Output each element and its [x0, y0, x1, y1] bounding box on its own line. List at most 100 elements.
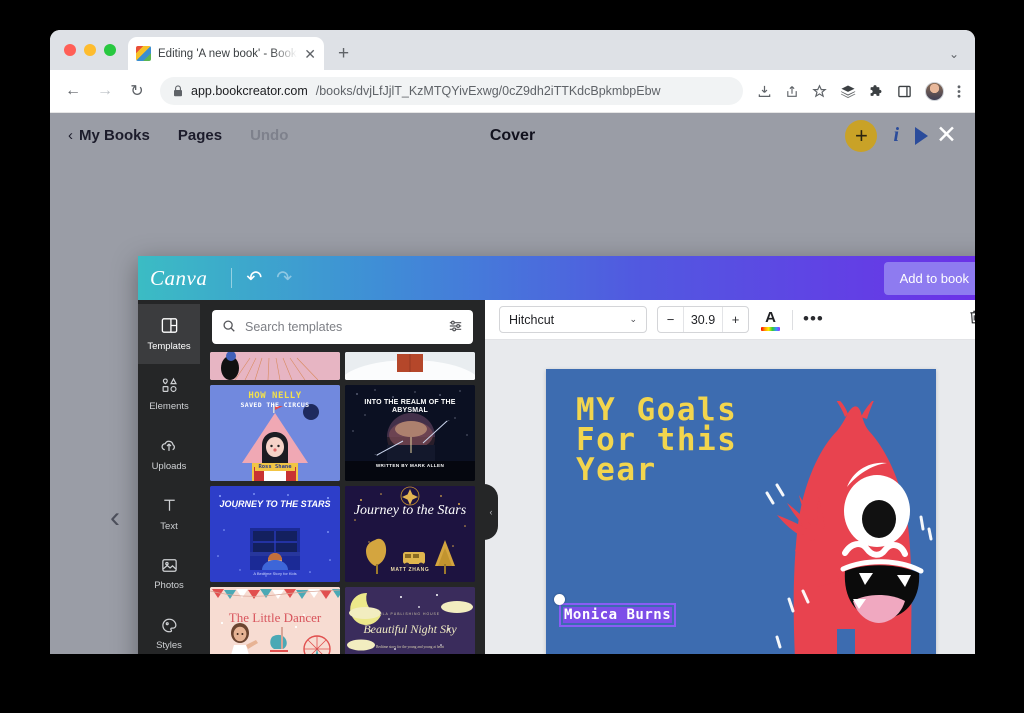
sidebar-label-photos: Photos	[154, 580, 184, 591]
selected-text-box[interactable]: Monica Burns	[559, 603, 676, 627]
chevron-down-icon[interactable]: ⌄	[949, 47, 959, 61]
template-eyebrow: JLA PUBLISHING HOUSE	[351, 613, 469, 617]
font-family-value: Hitchcut	[509, 313, 554, 327]
monster-illustration[interactable]	[729, 401, 934, 655]
sidebar-label-templates: Templates	[147, 341, 190, 352]
template-title: JOURNEY TO THE STARS	[216, 499, 334, 509]
design-canvas[interactable]: MY GoalsFor thisYear	[546, 369, 936, 655]
template-card[interactable]: Journey to the Stars MATT ZHANG	[345, 486, 475, 582]
profile-avatar[interactable]	[925, 82, 944, 101]
add-button[interactable]: +	[845, 120, 877, 152]
url-path: /books/dvjLfJjlT_KzMTQYivExwg/0cZ9dh2iTT…	[316, 84, 661, 98]
search-icon	[222, 319, 236, 336]
chevron-down-icon: ⌄	[629, 314, 637, 325]
text-color-swatch	[761, 327, 780, 331]
maximize-window-button[interactable]	[104, 44, 116, 56]
layers-icon[interactable]	[840, 84, 856, 99]
tab-strip: Editing 'A new book' - Book Cr ✕ + ⌄	[50, 30, 975, 70]
close-window-button[interactable]	[64, 44, 76, 56]
template-card[interactable]	[210, 352, 340, 380]
chrome-menu-icon[interactable]	[957, 84, 961, 99]
template-thumb-art	[210, 352, 340, 380]
add-to-book-button[interactable]: Add to book	[884, 262, 975, 295]
window-traffic-lights	[64, 44, 116, 56]
template-title: HOW NELLY	[216, 391, 334, 401]
play-icon[interactable]	[915, 127, 928, 145]
address-bar[interactable]: app.bookcreator.com/books/dvjLfJjlT_KzMT…	[160, 77, 743, 105]
redo-icon[interactable]: ↷	[276, 269, 292, 288]
install-icon[interactable]	[757, 84, 772, 99]
filter-sliders-icon[interactable]	[448, 319, 463, 336]
text-color-button[interactable]: A	[759, 309, 782, 331]
sidebar-label-elements: Elements	[149, 401, 189, 412]
template-subtitle: WRITTEN BY MARK ALLEN	[351, 463, 469, 468]
search-input[interactable]	[245, 320, 439, 334]
font-size-value[interactable]: 30.9	[683, 307, 723, 332]
book-creator-actions: + i ✕	[845, 120, 957, 152]
template-title: INTO THE REALM OF THE ABYSMAL	[351, 399, 469, 415]
text-color-letter: A	[765, 310, 776, 325]
browser-tab[interactable]: Editing 'A new book' - Book Cr ✕	[128, 37, 324, 70]
template-card[interactable]: JOURNEY TO THE STARS A Bedtime Story for…	[210, 486, 340, 582]
selected-text-value: Monica Burns	[563, 607, 672, 623]
close-icon[interactable]: ✕	[936, 123, 957, 148]
template-card[interactable]: INTO THE REALM OF THE ABYSMAL WRITTEN BY…	[345, 385, 475, 481]
canvas-area: MY GoalsFor thisYear	[485, 340, 975, 654]
new-tab-button[interactable]: +	[338, 44, 349, 63]
collapse-panel-button[interactable]: ‹	[484, 484, 498, 540]
bookmark-star-icon[interactable]	[812, 84, 827, 99]
forward-icon[interactable]: →	[96, 82, 114, 100]
canva-logo: Canva	[150, 266, 217, 291]
more-options-button[interactable]: •••	[803, 314, 824, 324]
sidebar-item-templates[interactable]: Templates	[138, 304, 200, 364]
minimize-window-button[interactable]	[84, 44, 96, 56]
template-card[interactable]	[345, 352, 475, 380]
sidebar-item-uploads[interactable]: Uploads	[138, 424, 200, 484]
url-host: app.bookcreator.com	[191, 84, 308, 98]
template-card[interactable]: The Little Dancer WRITTEN BY ALEXANDER M…	[210, 587, 340, 654]
template-card[interactable]: JLA PUBLISHING HOUSE Beautiful Night Sky…	[345, 587, 475, 654]
book-creator-favicon	[136, 46, 151, 61]
undo-button[interactable]: Undo	[250, 127, 288, 144]
extensions-puzzle-icon[interactable]	[869, 84, 884, 99]
font-size-decrease-button[interactable]: −	[658, 307, 683, 332]
sidebar-item-styles[interactable]: Styles	[138, 603, 200, 654]
canva-modal: Canva ↶ ↷ Add to book Templates	[138, 256, 975, 654]
sidebar-item-text[interactable]: Text	[138, 484, 200, 544]
share-icon[interactable]	[785, 84, 799, 99]
font-size-increase-button[interactable]: +	[723, 307, 748, 332]
info-icon[interactable]: i	[893, 124, 899, 147]
sidebar-panel-icon[interactable]	[897, 84, 912, 99]
template-author: Ross Shane	[255, 463, 294, 471]
lock-icon	[173, 85, 183, 97]
back-icon[interactable]: ←	[64, 82, 82, 100]
sidebar-item-photos[interactable]: Photos	[138, 543, 200, 603]
templates-panel: HOW NELLY SAVED THE CIRCUS Ross Shane	[200, 300, 485, 654]
styles-palette-icon	[159, 615, 179, 635]
canva-editor: Hitchcut ⌄ − 30.9 + A	[485, 300, 975, 654]
search-box[interactable]	[212, 310, 473, 344]
book-creator-app: ‹ My Books Pages Undo Cover + i ✕ ‹ › Ca…	[50, 113, 975, 654]
template-title: Beautiful Night Sky	[351, 623, 469, 636]
canvas-heading-line3: Year	[576, 452, 657, 488]
photos-image-icon	[159, 555, 179, 575]
template-card[interactable]: HOW NELLY SAVED THE CIRCUS Ross Shane	[210, 385, 340, 481]
font-family-select[interactable]: Hitchcut ⌄	[499, 306, 647, 333]
trash-icon[interactable]	[968, 309, 975, 330]
previous-page-arrow[interactable]: ‹	[110, 503, 120, 533]
undo-icon[interactable]: ↶	[246, 269, 262, 288]
templates-grid: HOW NELLY SAVED THE CIRCUS Ross Shane	[200, 352, 485, 654]
my-books-button[interactable]: ‹ My Books	[68, 127, 150, 144]
sidebar-item-elements[interactable]: Elements	[138, 364, 200, 424]
close-icon[interactable]: ✕	[304, 47, 316, 61]
canvas-heading[interactable]: MY GoalsFor thisYear	[576, 395, 737, 485]
text-box-handle[interactable]	[554, 594, 565, 605]
uploads-cloud-icon	[159, 436, 179, 456]
canva-body: Templates Elements	[138, 300, 975, 654]
reload-icon[interactable]: ↻	[128, 81, 146, 101]
pages-button[interactable]: Pages	[178, 127, 222, 144]
sidebar-label-uploads: Uploads	[152, 461, 187, 472]
book-creator-header: ‹ My Books Pages Undo Cover + i ✕	[50, 113, 975, 158]
sidebar-label-styles: Styles	[156, 640, 182, 651]
text-toolbar: Hitchcut ⌄ − 30.9 + A	[485, 300, 975, 340]
